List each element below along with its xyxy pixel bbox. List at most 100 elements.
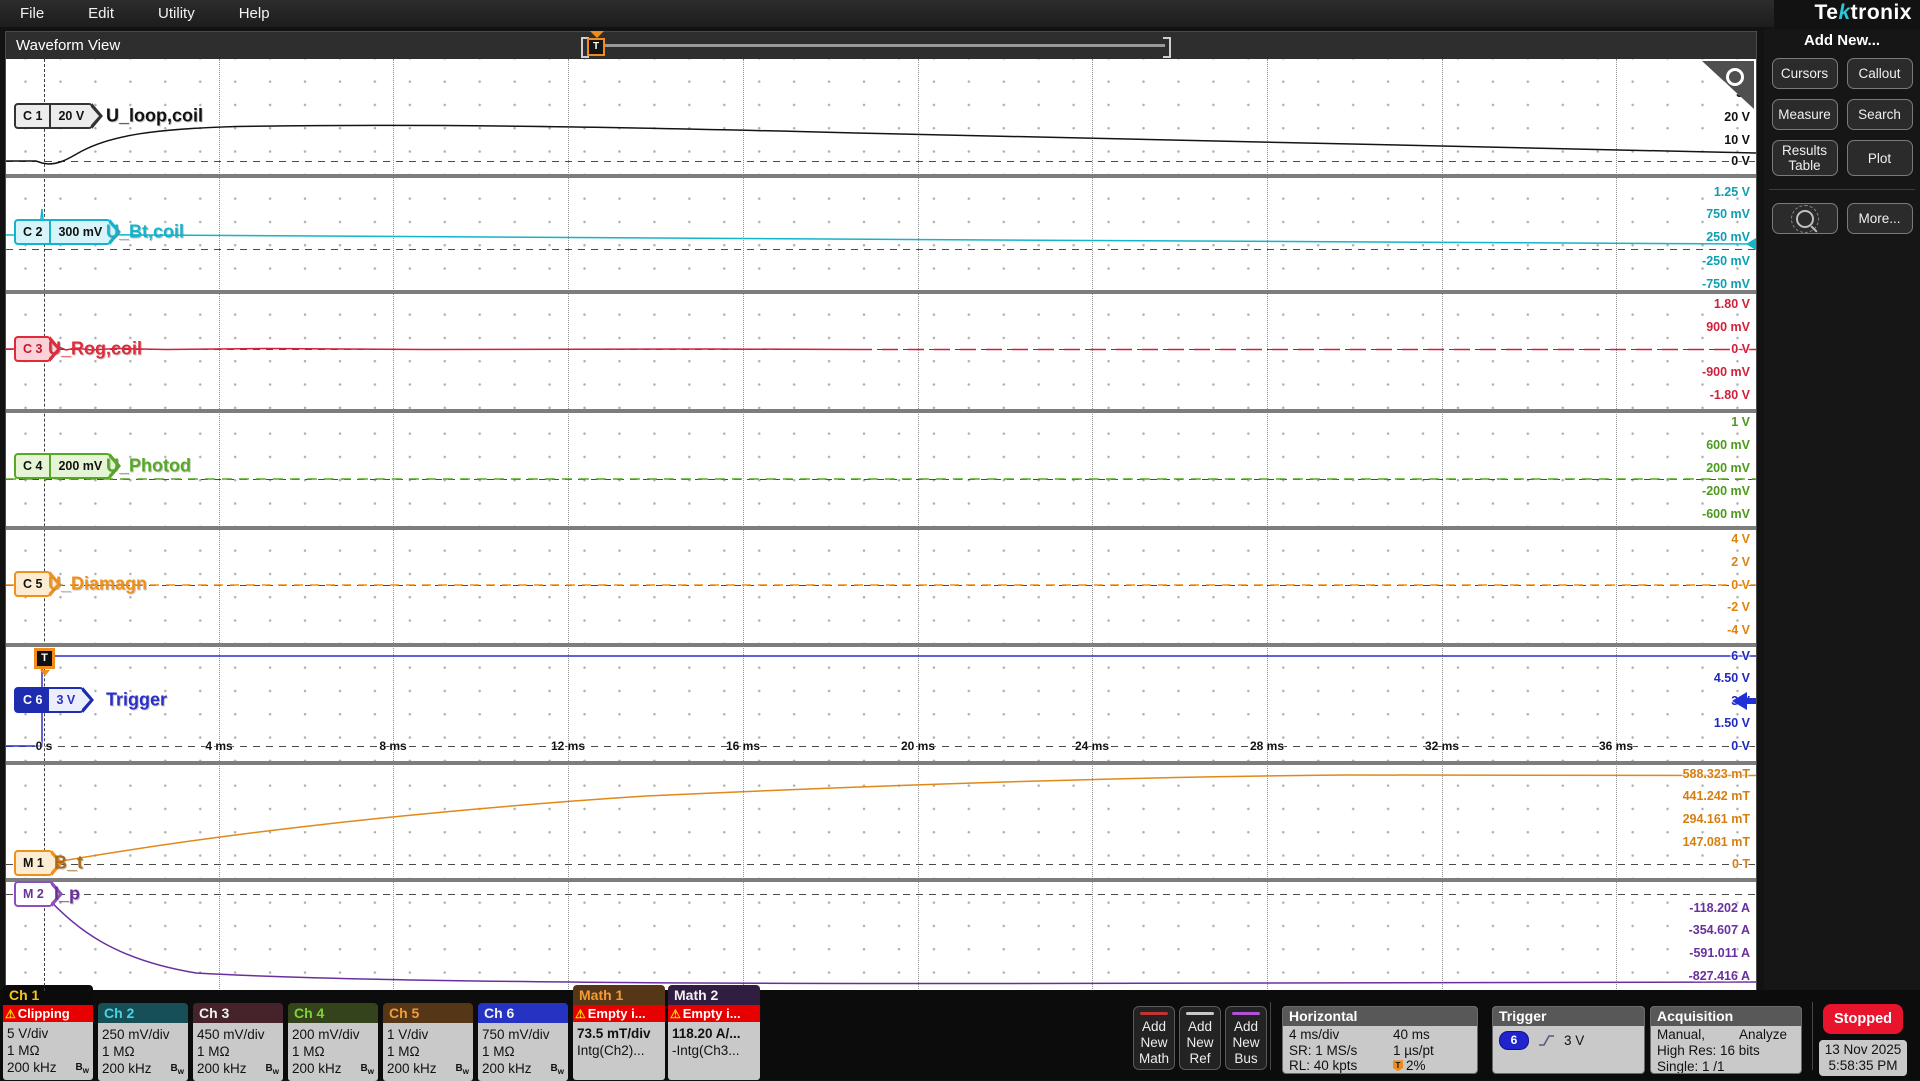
channel-badge-c-5[interactable]: C 5 xyxy=(14,571,51,597)
trigger-position-flag-icon[interactable]: T xyxy=(587,38,605,56)
datetime-display: 13 Nov 2025 5:58:35 PM xyxy=(1819,1040,1907,1076)
axis-tick-c-4: -600 mV xyxy=(1702,507,1750,521)
channel-badge-m-1[interactable]: M 1 xyxy=(14,850,53,876)
channel-label-c-3[interactable]: U_Rog,coil xyxy=(48,339,142,360)
slice-separator xyxy=(6,643,1756,647)
axis-tick-c-5: 4 V xyxy=(1731,532,1750,546)
add-button-label: Add New Bus xyxy=(1226,1019,1266,1067)
axis-tick-m-2: -118.202 A xyxy=(1689,901,1750,915)
sidebar-button-measure[interactable]: Measure xyxy=(1772,99,1838,130)
axis-tick-m-1: 147.081 mT xyxy=(1683,835,1750,849)
channel-warning-text: Empty i... xyxy=(588,1006,646,1021)
sidebar-button-search[interactable]: Search xyxy=(1847,99,1913,130)
axis-tick-c-2: -750 mV xyxy=(1702,277,1750,291)
axis-tick-m-1: 441.242 mT xyxy=(1683,789,1750,803)
sidebar-button-results-table[interactable]: Results Table xyxy=(1772,140,1838,176)
trigger-source-marker-icon[interactable]: T xyxy=(34,648,55,669)
channel-warning-banner: ⚠Clipping xyxy=(3,1005,93,1022)
channel-tile-math-1[interactable]: Math 1⚠Empty i...73.5 mT/divIntg(Ch2)... xyxy=(573,985,665,1080)
channel-tile-ch-2[interactable]: Ch 2250 mV/div1 MΩ200 kHzBw xyxy=(98,1003,188,1081)
axis-tick-c-3: 900 mV xyxy=(1706,320,1750,334)
acquisition-resolution: High Res: 16 bits xyxy=(1657,1043,1795,1059)
channel-tile-ch-4[interactable]: Ch 4200 mV/div1 MΩ200 kHzBw xyxy=(288,1003,378,1081)
sidebar-divider xyxy=(1769,189,1915,190)
horizontal-window: 40 ms xyxy=(1393,1027,1430,1043)
channel-badge-c-6[interactable]: C 63 V xyxy=(14,687,84,713)
time-axis-label: 20 ms xyxy=(901,739,935,753)
channel-label-m-2[interactable]: I_p xyxy=(54,884,80,905)
channel-tile-settings: 1 V/div1 MΩ200 kHzBw xyxy=(383,1023,473,1081)
run-stop-status[interactable]: Stopped xyxy=(1823,1004,1903,1034)
time-axis-label: 16 ms xyxy=(726,739,760,753)
channel-setting-row: -Intg(Ch3... xyxy=(672,1042,756,1059)
add-new-math-button[interactable]: Add New Math xyxy=(1133,1006,1175,1070)
add-new-heading: Add New... xyxy=(1764,32,1920,49)
add-new-bus-button[interactable]: Add New Bus xyxy=(1225,1006,1267,1070)
warning-icon: ⚠ xyxy=(670,1007,681,1021)
channel-badge-m-2[interactable]: M 2 xyxy=(14,881,53,907)
menu-item-edit[interactable]: Edit xyxy=(82,3,120,24)
more-button[interactable]: More... xyxy=(1847,203,1913,234)
channel-badge-c-3[interactable]: C 3 xyxy=(14,336,51,362)
channel-tile-ch-1[interactable]: Ch 1⚠Clipping5 V/div1 MΩ200 kHzBw xyxy=(3,985,93,1080)
slice-separator xyxy=(6,290,1756,294)
channel-warning-text: Clipping xyxy=(18,1006,70,1021)
sidebar-button-plot[interactable]: Plot xyxy=(1847,140,1913,176)
channel-tile-ch-6[interactable]: Ch 6750 mV/div1 MΩ200 kHzBw xyxy=(478,1003,568,1081)
channel-badge-id: C 2 xyxy=(16,221,49,243)
channel-slice-m-2: -118.202 A-354.607 A-591.011 A-827.416 A… xyxy=(6,880,1756,991)
menu-item-file[interactable]: File xyxy=(14,3,50,24)
acquisition-panel[interactable]: Acquisition Manual,Analyze High Res: 16 … xyxy=(1650,1006,1802,1074)
axis-tick-c-6: 1.50 V xyxy=(1714,716,1750,730)
menu-item-help[interactable]: Help xyxy=(233,3,276,24)
waveform-trace-m-1 xyxy=(6,763,1756,880)
slice-separator xyxy=(6,761,1756,765)
menu-item-utility[interactable]: Utility xyxy=(152,3,201,24)
axis-tick-c-5: -2 V xyxy=(1727,600,1750,614)
channel-label-c-5[interactable]: U_Diamagn xyxy=(48,574,147,595)
axis-tick-c-3: 1.80 V xyxy=(1714,297,1750,311)
channel-tile-math-2[interactable]: Math 2⚠Empty i...118.20 A/...-Intg(Ch3..… xyxy=(668,985,760,1080)
channel-badge-c-1[interactable]: C 120 V xyxy=(14,103,93,129)
axis-tick-c-2: -250 mV xyxy=(1702,254,1750,268)
sidebar-button-cursors[interactable]: Cursors xyxy=(1772,58,1838,89)
channel-label-c-1[interactable]: U_loop,coil xyxy=(106,106,203,127)
channel-tile-ch-3[interactable]: Ch 3450 mV/div1 MΩ200 kHzBw xyxy=(193,1003,283,1081)
zoom-select-button[interactable] xyxy=(1772,203,1838,234)
waveform-trace-m-2 xyxy=(6,880,1756,991)
channel-label-c-2[interactable]: U_Bt,coil xyxy=(106,222,184,243)
waveform-grid[interactable]: 0 s4 ms8 ms12 ms16 ms20 ms24 ms28 ms32 m… xyxy=(6,59,1756,991)
add-new-ref-button[interactable]: Add New Ref xyxy=(1179,1006,1221,1070)
axis-tick-c-6: 6 V xyxy=(1731,649,1750,663)
axis-tick-c-6: 4.50 V xyxy=(1714,671,1750,685)
bandwidth-badge: Bw xyxy=(266,1063,279,1076)
channel-label-m-1[interactable]: B_t xyxy=(54,853,83,874)
channel-badge-id: C 6 xyxy=(16,689,49,711)
axis-tick-c-2: 750 mV xyxy=(1706,207,1750,221)
trigger-panel[interactable]: Trigger 6 3 V xyxy=(1492,1006,1645,1074)
axis-tick-m-1: 294.161 mT xyxy=(1683,812,1750,826)
horizontal-panel[interactable]: Horizontal 4 ms/div40 ms SR: 1 MS/s1 µs/… xyxy=(1282,1006,1478,1074)
channel-slice-c-2: 1.25 V750 mV250 mV-250 mV-750 mVC 2300 m… xyxy=(6,176,1756,292)
axis-tick-c-1: 0 V xyxy=(1731,154,1750,168)
add-button-accent xyxy=(1140,1012,1169,1015)
axis-tick-c-5: 0 V xyxy=(1731,578,1750,592)
acquisition-analyze: Analyze xyxy=(1739,1027,1787,1043)
sidebar-button-callout[interactable]: Callout xyxy=(1847,58,1913,89)
magnifier-icon xyxy=(1726,68,1744,86)
bandwidth-badge: Bw xyxy=(76,1062,89,1075)
channel-badge-c-2[interactable]: C 2300 mV xyxy=(14,219,111,245)
trigger-level-arrow-icon[interactable] xyxy=(1732,692,1756,710)
channel-label-c-4[interactable]: U_Photod xyxy=(106,456,191,477)
channel-badge-c-4[interactable]: C 4200 mV xyxy=(14,453,111,479)
acquisition-position-indicator[interactable]: T xyxy=(581,32,1171,59)
record-bar xyxy=(587,44,1165,47)
badge-arrow-fill xyxy=(91,107,99,125)
channel-label-c-6[interactable]: Trigger xyxy=(106,690,167,711)
axis-tick-c-4: 1 V xyxy=(1731,415,1750,429)
channel-tile-ch-5[interactable]: Ch 51 V/div1 MΩ200 kHzBw xyxy=(383,1003,473,1081)
waveform-trace-c-1 xyxy=(6,59,1756,176)
waveform-trace-c-3 xyxy=(6,292,1756,411)
date-value: 13 Nov 2025 xyxy=(1819,1042,1907,1058)
channel-badge-scale: 300 mV xyxy=(49,221,109,243)
